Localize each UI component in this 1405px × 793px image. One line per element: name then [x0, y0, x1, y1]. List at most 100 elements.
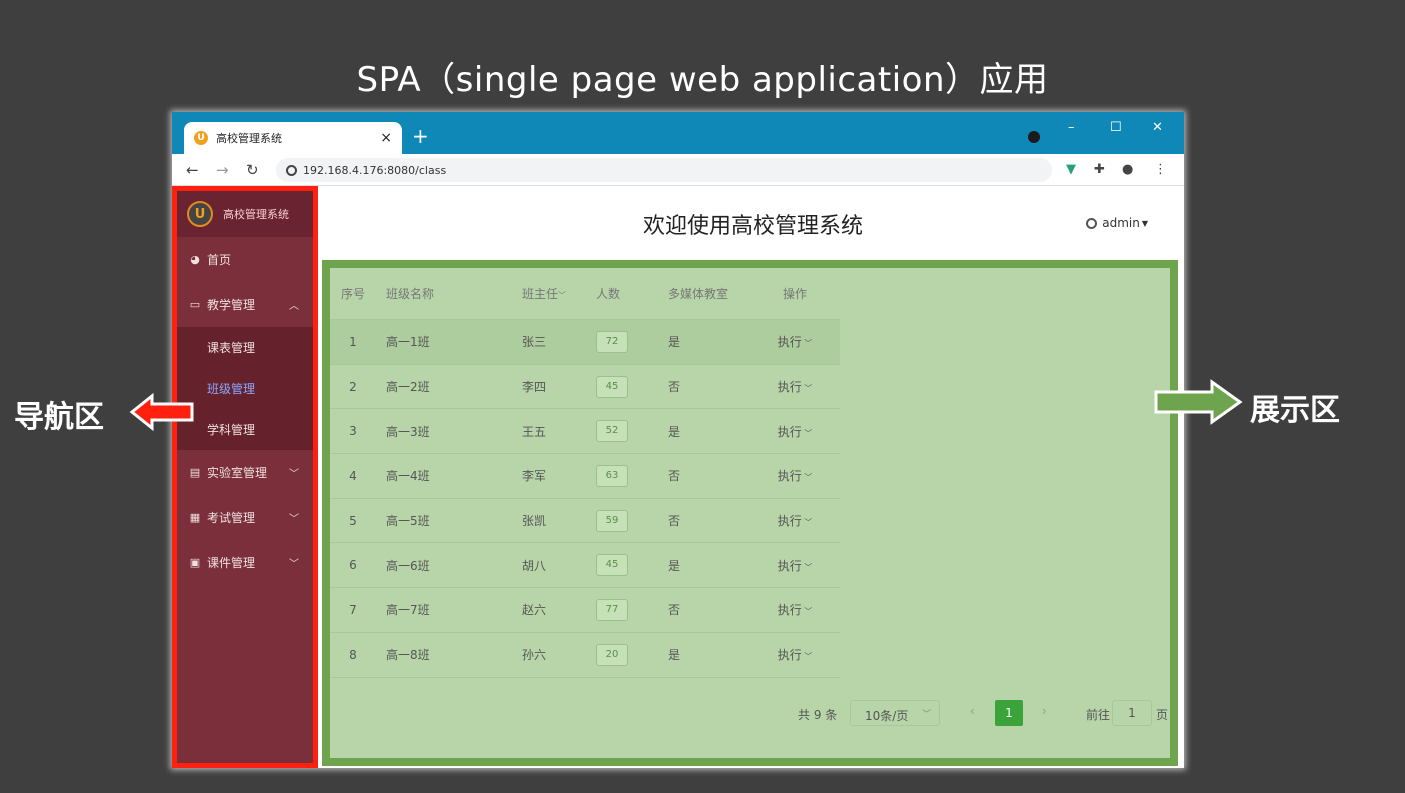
- profile-icon[interactable]: ●: [1122, 162, 1133, 177]
- address-toolbar: ← → ↻ 192.168.4.176:8080/class ▼ ✚ ● ⋮: [172, 154, 1184, 186]
- goto-page-input[interactable]: 1: [1112, 700, 1152, 726]
- table-body: 1 高一1班 张三 72 是执行 ﹀ 2 高一2班 李四 45 否执行 ﹀ 3 高一3班 王五 52 是执行…: [330, 320, 840, 678]
- page-title: 欢迎使用高校管理系统: [642, 214, 863, 239]
- user-icon: [1086, 217, 1098, 229]
- action-dropdown[interactable]: 执行 ﹀: [750, 423, 840, 440]
- menu-dots-icon[interactable]: ⋮: [1154, 162, 1167, 177]
- table-row: 4 高一4班 李军 63 否 执行 ﹀: [330, 454, 840, 499]
- monitor-icon: ▭: [189, 298, 201, 311]
- close-window-button[interactable]: ✕: [1152, 120, 1163, 135]
- sidebar-item-label: 首页: [207, 253, 232, 267]
- action-dropdown[interactable]: 执行 ﹀: [750, 467, 840, 484]
- reload-icon[interactable]: ↻: [246, 161, 259, 179]
- nav-area-label: 导航区: [14, 400, 104, 435]
- cell-teacher: 孙六: [522, 648, 547, 663]
- table-row: 1 高一1班 张三 72 是 执行 ﹀: [330, 320, 840, 365]
- page-header: 欢迎使用高校管理系统 admin ▼: [322, 186, 1184, 260]
- table-row: 3 高一3班 王五 52 是 执行 ﹀: [330, 409, 840, 455]
- browser-tab[interactable]: U 高校管理系统 ×: [184, 122, 402, 154]
- cell-teacher: 胡八: [522, 558, 547, 573]
- action-dropdown[interactable]: 执行 ﹀: [750, 333, 840, 350]
- tab-title: 高校管理系统: [216, 132, 282, 145]
- cell-media: 是: [668, 648, 681, 663]
- column-header-teacher[interactable]: 班主任﹀: [512, 285, 586, 302]
- chevron-down-icon: ﹀: [289, 559, 299, 570]
- action-dropdown[interactable]: 执行 ﹀: [750, 557, 840, 574]
- vue-devtools-icon[interactable]: ▼: [1066, 162, 1076, 177]
- back-icon[interactable]: ←: [186, 161, 199, 179]
- next-page-icon[interactable]: ›: [1042, 704, 1047, 718]
- exam-icon: ▦: [189, 511, 201, 524]
- prev-page-icon[interactable]: ‹: [970, 704, 975, 718]
- cell-no: 1: [349, 334, 357, 349]
- goto-label: 前往: [1086, 708, 1111, 722]
- table-row: 2 高一2班 李四 45 否 执行 ﹀: [330, 365, 840, 410]
- count-tag: 77: [596, 598, 628, 621]
- user-menu[interactable]: admin ▼: [1086, 216, 1148, 230]
- sidebar-item-home[interactable]: ◕ 首页: [177, 237, 313, 282]
- action-dropdown[interactable]: 执行 ﹀: [750, 378, 840, 395]
- action-dropdown[interactable]: 执行 ﹀: [750, 601, 840, 618]
- cell-count: 77: [586, 598, 658, 621]
- class-table: 序号 班级名称 班主任﹀ 人数 多媒体教室 操作 1 高一1班 张三 72 是执行 ﹀ 2…: [330, 268, 840, 678]
- action-dropdown[interactable]: 执行 ﹀: [750, 646, 840, 663]
- logo-icon: U: [187, 201, 213, 227]
- username: admin: [1102, 216, 1140, 230]
- sidebar-item-courseware[interactable]: ▣ 课件管理 ﹀: [177, 540, 313, 585]
- forward-icon[interactable]: →: [216, 161, 229, 179]
- cell-class-name: 高一2班: [386, 380, 430, 395]
- address-bar[interactable]: 192.168.4.176:8080/class: [276, 158, 1052, 182]
- right-arrow-icon: [1154, 379, 1243, 425]
- page-number-active[interactable]: 1: [995, 700, 1023, 726]
- cell-teacher: 李军: [522, 469, 547, 484]
- cell-no: 3: [349, 424, 357, 439]
- display-area-label: 展示区: [1250, 393, 1340, 428]
- cell-media: 是: [668, 424, 681, 439]
- maximize-button[interactable]: ☐: [1110, 120, 1122, 135]
- close-tab-icon[interactable]: ×: [380, 130, 392, 146]
- cell-class-name: 高一1班: [386, 335, 430, 350]
- tab-bar: U 高校管理系统 × + – ☐ ✕: [172, 112, 1184, 154]
- sidebar-item-lab[interactable]: ▤ 实验室管理 ﹀: [177, 450, 313, 495]
- extensions-icon[interactable]: ✚: [1094, 162, 1105, 177]
- table-header: 序号 班级名称 班主任﹀ 人数 多媒体教室 操作: [330, 268, 840, 320]
- courseware-icon: ▣: [189, 556, 201, 569]
- cell-media: 否: [668, 469, 681, 484]
- cell-count: 45: [586, 554, 658, 577]
- display-area: 序号 班级名称 班主任﹀ 人数 多媒体教室 操作 1 高一1班 张三 72 是执行 ﹀ 2…: [322, 260, 1178, 766]
- cell-class-name: 高一7班: [386, 603, 430, 618]
- count-tag: 72: [596, 330, 628, 353]
- page-size-select[interactable]: 10条/页 ﹀: [850, 700, 940, 726]
- sidebar-item-exam[interactable]: ▦ 考试管理 ﹀: [177, 495, 313, 540]
- minimize-button[interactable]: –: [1068, 120, 1075, 135]
- cell-teacher: 李四: [522, 380, 547, 395]
- cell-count: 52: [586, 420, 658, 443]
- new-tab-button[interactable]: +: [412, 126, 429, 146]
- cell-class-name: 高一5班: [386, 514, 430, 529]
- cell-no: 8: [349, 647, 357, 662]
- cell-count: 45: [586, 375, 658, 398]
- cell-class-name: 高一6班: [386, 558, 430, 573]
- action-dropdown[interactable]: 执行 ﹀: [750, 512, 840, 529]
- count-tag: 63: [596, 464, 628, 487]
- sidebar-item-label: 考试管理: [207, 511, 256, 525]
- chevron-down-icon: ﹀: [289, 469, 299, 480]
- cell-media: 是: [668, 335, 681, 350]
- left-arrow-icon: [129, 392, 194, 432]
- url-text: 192.168.4.176:8080/class: [303, 163, 447, 177]
- cell-media: 是: [668, 558, 681, 573]
- sidebar-item-teaching[interactable]: ▭ 教学管理 ︿: [177, 282, 313, 327]
- cell-count: 59: [586, 509, 658, 532]
- cell-teacher: 张三: [522, 335, 547, 350]
- profile-dropdown-icon[interactable]: [1028, 131, 1040, 143]
- total-count: 共 9 条: [798, 708, 838, 722]
- cell-media: 否: [668, 380, 681, 395]
- sidebar-item-label: 实验室管理: [207, 466, 268, 480]
- cell-media: 否: [668, 514, 681, 529]
- count-tag: 52: [596, 420, 628, 443]
- sidebar-item-schedule[interactable]: 课表管理: [177, 327, 313, 368]
- column-header: 多媒体教室: [668, 287, 729, 301]
- lab-icon: ▤: [189, 466, 201, 479]
- favicon-icon: U: [194, 131, 208, 145]
- cell-count: 20: [586, 643, 658, 666]
